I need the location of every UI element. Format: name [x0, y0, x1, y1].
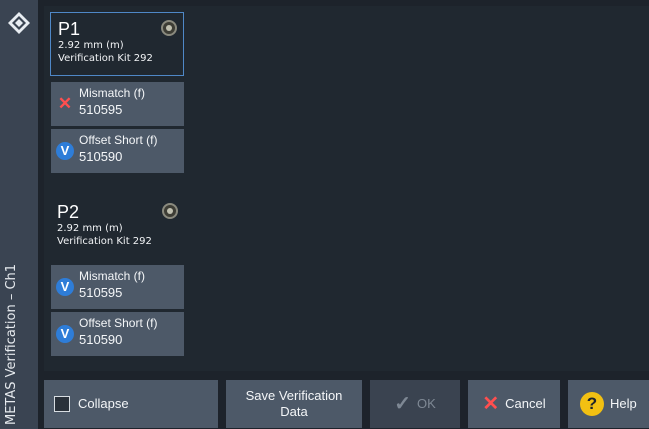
standard-serial: 510595 [79, 285, 123, 300]
standard-item-offset-short-p1[interactable]: V Offset Short (f) 510590 [51, 129, 184, 173]
cancel-label: Cancel [505, 396, 546, 411]
ok-button[interactable]: ✓ OK [370, 380, 460, 428]
help-button[interactable]: ? Help [568, 380, 649, 428]
port-kit: Verification Kit 292 [57, 236, 152, 247]
collapse-toggle[interactable]: Collapse [44, 380, 218, 428]
port-name: P2 [57, 202, 80, 222]
side-strip: METAS Verification – Ch1 [0, 0, 38, 429]
standard-name: Mismatch (f) [79, 269, 145, 283]
v-icon: V [56, 278, 74, 296]
port-card-p1[interactable]: P1 2.92 mm (m) Verification Kit 292 [50, 12, 184, 76]
dialog-button-bar: Collapse Save Verification Data ✓ OK ✕ C… [38, 375, 649, 429]
standard-item-mismatch-p1[interactable]: ✕ Mismatch (f) 510595 [51, 82, 184, 126]
standard-name: Offset Short (f) [79, 133, 158, 147]
dialog-title: METAS Verification – Ch1 [4, 263, 19, 425]
help-label: Help [610, 396, 637, 411]
port-name: P1 [58, 19, 81, 39]
v-icon: V [56, 142, 74, 160]
standard-name: Mismatch (f) [79, 86, 145, 100]
ok-label: OK [416, 396, 436, 411]
collapse-label: Collapse [78, 396, 129, 411]
save-label-line1: Save Verification [245, 388, 343, 403]
help-icon: ? [580, 392, 604, 416]
v-icon: V [56, 325, 74, 343]
standard-serial: 510590 [79, 149, 123, 164]
standard-item-offset-short-p2[interactable]: V Offset Short (f) 510590 [51, 312, 184, 356]
port-card-p2[interactable]: P2 2.92 mm (m) Verification Kit 292 [50, 196, 184, 260]
port-connector: 2.92 mm (m) [58, 40, 124, 51]
port-status-led-icon [162, 203, 178, 219]
standard-item-mismatch-p2[interactable]: V Mismatch (f) 510595 [51, 265, 184, 309]
collapse-checkbox[interactable] [54, 396, 70, 412]
x-icon: ✕ [57, 94, 73, 113]
port-status-led-icon [161, 20, 177, 36]
standard-serial: 510590 [79, 332, 123, 347]
standard-serial: 510595 [79, 102, 123, 117]
ports-panel: P1 2.92 mm (m) Verification Kit 292 ✕ Mi… [44, 6, 649, 371]
standard-name: Offset Short (f) [79, 316, 158, 330]
save-verification-data-button[interactable]: Save Verification Data [226, 380, 362, 428]
port-connector: 2.92 mm (m) [57, 223, 123, 234]
checkmark-icon: ✓ [394, 393, 411, 415]
save-label-line2: Data [280, 404, 308, 419]
rohde-schwarz-logo-icon [8, 12, 30, 34]
close-icon: ✕ [482, 393, 500, 415]
cancel-button[interactable]: ✕ Cancel [468, 380, 560, 428]
port-kit: Verification Kit 292 [58, 53, 153, 64]
